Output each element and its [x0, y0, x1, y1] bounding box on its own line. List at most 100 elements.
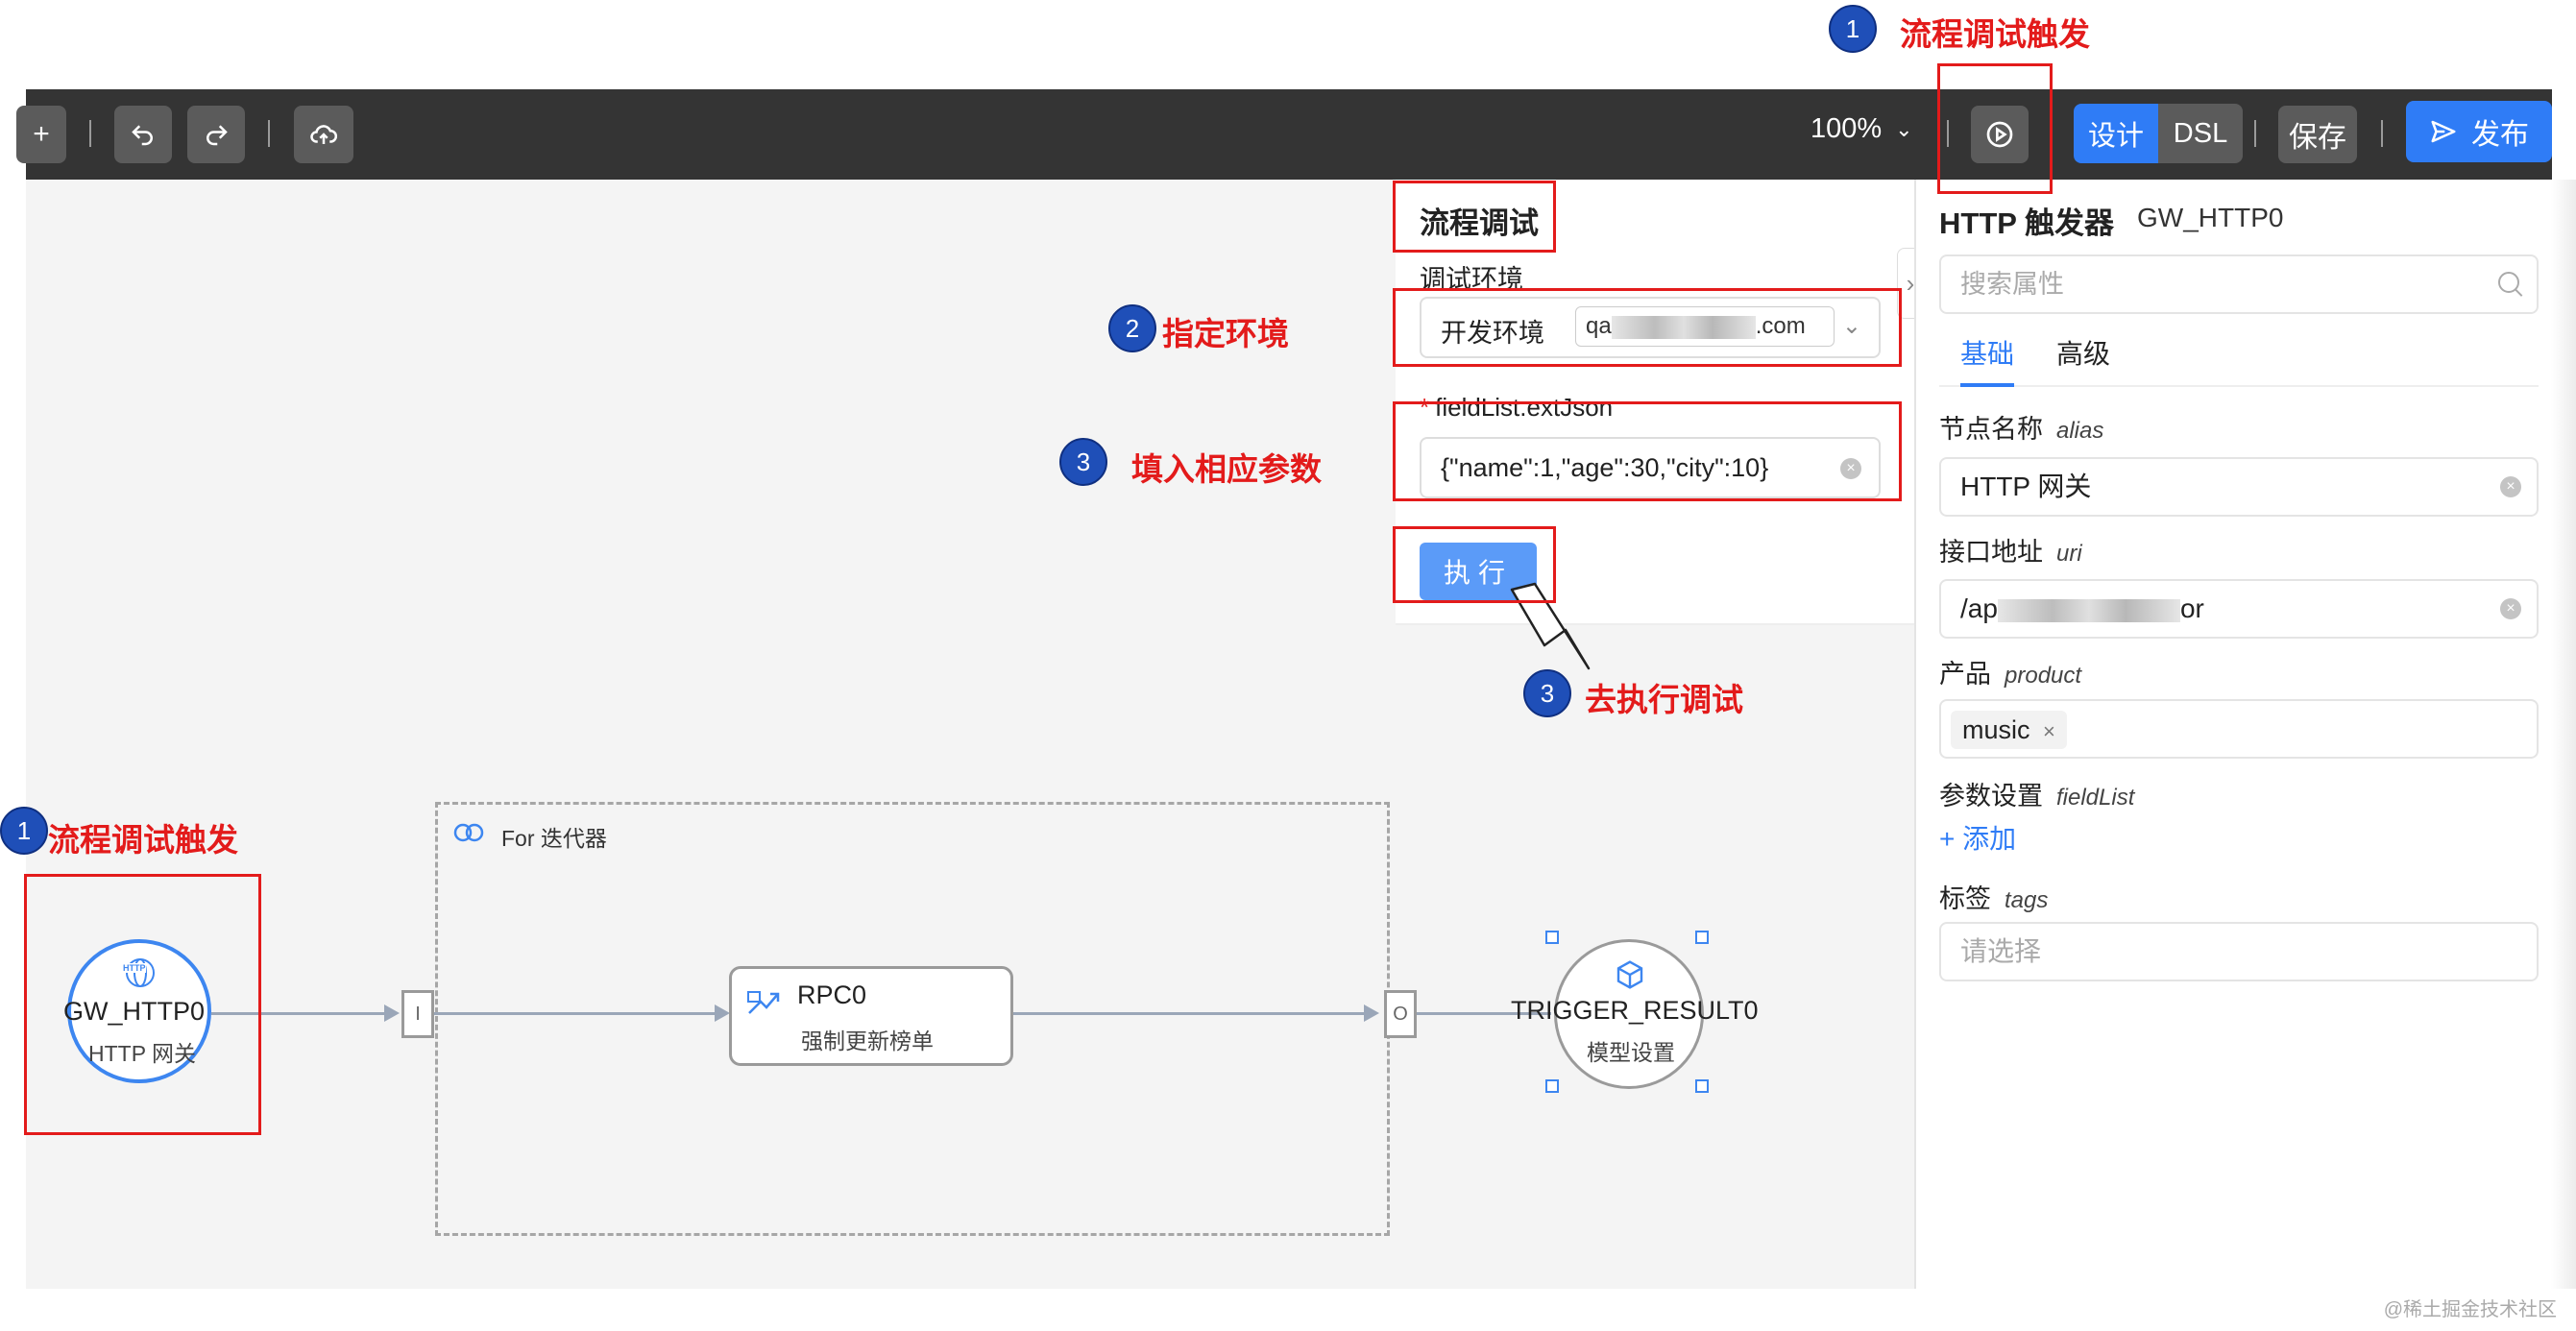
tab-ink-bar — [1960, 383, 2014, 387]
field-key: fieldList — [2056, 785, 2135, 811]
save-button[interactable]: 保存 — [2278, 106, 2357, 163]
annotation-box-run — [1393, 526, 1556, 603]
cloud-upload-icon — [310, 125, 338, 144]
annotation-text: 流程调试触发 — [48, 822, 238, 858]
edge-rpc-to-out — [1013, 1012, 1369, 1015]
tag-close-icon[interactable]: × — [2043, 719, 2055, 743]
dsl-mode-button[interactable]: DSL — [2158, 104, 2243, 163]
annotation-badge: 2 — [1108, 304, 1156, 352]
annotation-box-debug-title — [1393, 181, 1556, 253]
watermark: @稀土掘金技术社区 — [2383, 1299, 2557, 1320]
publish-button[interactable]: 发布 — [2406, 101, 2552, 162]
iterator-input-port[interactable]: I — [401, 990, 434, 1038]
annotation-text: 去执行调试 — [1585, 682, 1743, 717]
node-desc: 模型设置 — [1587, 1040, 1675, 1065]
field-label-text: 参数设置 — [1939, 782, 2043, 811]
chevron-down-icon: ⌄ — [1895, 116, 1913, 141]
cube-icon — [1616, 960, 1643, 989]
search-placeholder: 搜索属性 — [1960, 270, 2064, 299]
alias-input[interactable]: HTTP 网关 × — [1939, 457, 2539, 517]
uri-input[interactable]: /ap or × — [1939, 579, 2539, 639]
iterator-output-port[interactable]: O — [1384, 990, 1417, 1038]
property-tabs: 基础 高级 — [1939, 322, 2539, 387]
annotation-box-env — [1393, 288, 1902, 367]
field-label-text: 产品 — [1939, 660, 1991, 689]
design-mode-button[interactable]: 设计 — [2074, 104, 2158, 163]
node-name: RPC0 — [797, 980, 867, 1009]
redo-button[interactable] — [187, 106, 245, 163]
redo-icon — [207, 125, 228, 146]
toolbar-divider — [89, 120, 91, 147]
resize-handle[interactable] — [1695, 931, 1709, 944]
search-icon — [2498, 272, 2519, 293]
loop-icon — [453, 823, 484, 842]
clear-icon[interactable]: × — [2500, 598, 2521, 619]
view-mode-toggle: 设计 DSL — [2074, 104, 2243, 163]
add-param-button[interactable]: + 添加 — [1939, 818, 2016, 857]
field-label-tags: 标签 tags — [1939, 878, 2048, 915]
rpc-icon — [747, 991, 780, 1014]
alias-value: HTTP 网关 — [1960, 472, 2092, 501]
rpc-node[interactable]: RPC0 强制更新榜单 — [729, 966, 1013, 1066]
product-tag: music × — [1951, 711, 2067, 749]
arrowhead — [1364, 1004, 1379, 1022]
annotation-badge: 1 — [0, 807, 48, 855]
field-label-product: 产品 product — [1939, 653, 2081, 690]
field-label-uri: 接口地址 uri — [1939, 531, 2082, 569]
send-icon — [2431, 120, 2456, 143]
toolbar: + 100% ⌄ 设计 DSL 保存 发布 — [16, 89, 2552, 180]
annotation-badge: 3 — [1059, 438, 1107, 486]
zoom-select[interactable]: 100% ⌄ — [1810, 113, 1913, 145]
field-label-text: 接口地址 — [1939, 538, 2043, 567]
annotation-text: 流程调试触发 — [1900, 16, 2090, 52]
cloud-upload-button[interactable] — [294, 106, 353, 163]
uri-value-prefix: /ap — [1960, 593, 1998, 623]
resize-handle[interactable] — [1545, 931, 1559, 944]
field-key: product — [2005, 663, 2082, 689]
redacted-uri — [1997, 598, 2180, 622]
toolbar-divider — [2381, 120, 2383, 147]
property-search-input[interactable]: 搜索属性 — [1939, 254, 2539, 314]
tab-basic[interactable]: 基础 — [1960, 333, 2014, 372]
edge-in-to-rpc — [434, 1012, 718, 1015]
annotation-box-gw-node — [24, 874, 261, 1135]
annotation-box-params — [1393, 401, 1902, 501]
annotation-text: 填入相应参数 — [1131, 451, 1322, 487]
annotation-text: 指定环境 — [1162, 316, 1289, 351]
tags-placeholder: 请选择 — [1960, 936, 2042, 966]
undo-button[interactable] — [114, 106, 172, 163]
properties-title: HTTP 触发器 — [1939, 206, 2114, 240]
toolbar-divider — [2254, 120, 2256, 147]
annotation-badge: 1 — [1829, 5, 1877, 53]
arrowhead — [384, 1004, 400, 1022]
plus-icon: + — [1939, 824, 1963, 854]
product-tag-label: music — [1962, 715, 2030, 744]
annotation-badge: 3 — [1523, 669, 1571, 717]
field-key: alias — [2056, 418, 2104, 444]
publish-label: 发布 — [2471, 119, 2529, 151]
toolbar-divider — [268, 120, 270, 147]
plus-icon: + — [33, 118, 50, 150]
field-key: uri — [2056, 541, 2082, 567]
field-label-text: 标签 — [1939, 884, 1991, 913]
resize-handle[interactable] — [1545, 1079, 1559, 1093]
undo-icon — [132, 125, 153, 146]
annotation-box-debug-button — [1937, 63, 2053, 194]
tab-advanced[interactable]: 高级 — [2056, 333, 2110, 372]
field-label-alias: 节点名称 alias — [1939, 408, 2103, 446]
field-label-fieldlist: 参数设置 fieldList — [1939, 775, 2134, 812]
for-iterator-label: For 迭代器 — [501, 826, 607, 851]
field-label-text: 节点名称 — [1939, 415, 2043, 444]
node-desc: 强制更新榜单 — [801, 1028, 934, 1053]
product-select[interactable]: music × — [1939, 699, 2539, 759]
trigger-result-node[interactable]: TRIGGER_RESULT0 模型设置 — [1511, 939, 1759, 1089]
node-name: TRIGGER_RESULT0 — [1511, 996, 1759, 1025]
resize-handle[interactable] — [1695, 1079, 1709, 1093]
arrowhead — [715, 1004, 730, 1022]
uri-value-suffix: or — [2179, 593, 2204, 623]
clear-icon[interactable]: × — [2500, 476, 2521, 497]
add-param-label: 添加 — [1962, 824, 2017, 854]
tags-select[interactable]: 请选择 — [1939, 922, 2539, 981]
add-node-button[interactable]: + — [16, 106, 66, 163]
zoom-value: 100% — [1810, 113, 1883, 144]
